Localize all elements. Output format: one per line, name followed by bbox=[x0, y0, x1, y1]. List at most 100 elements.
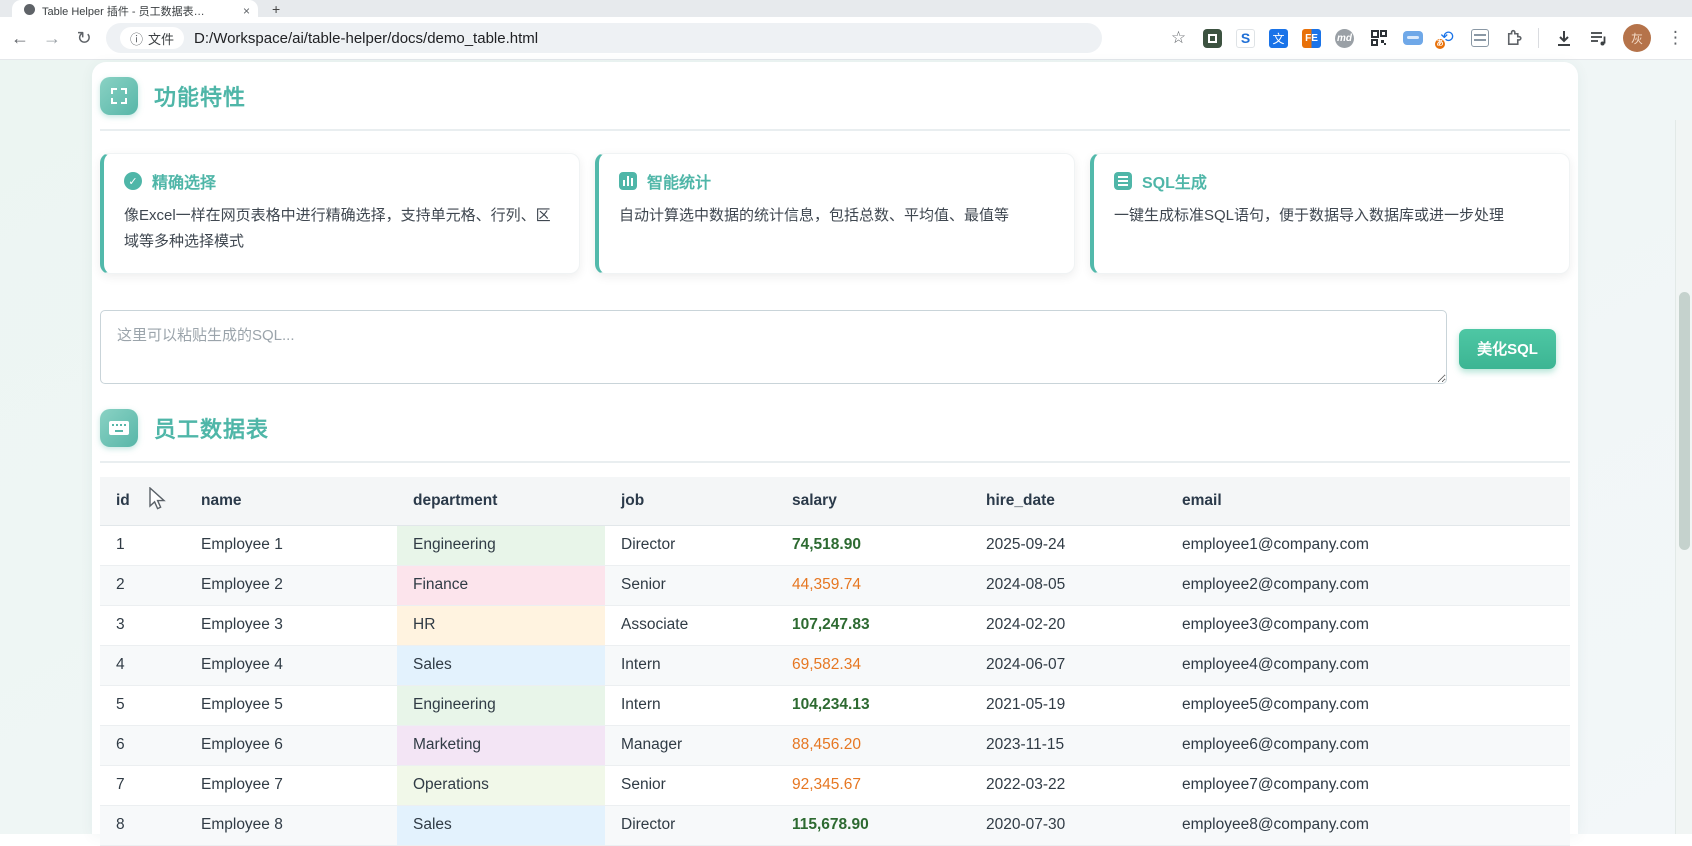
cell-id[interactable]: 7 bbox=[100, 765, 185, 805]
table-row[interactable]: 1Employee 1EngineeringDirector74,518.902… bbox=[100, 525, 1570, 565]
browser-tab[interactable]: Table Helper 插件 - 员工数据表… × bbox=[12, 0, 258, 17]
cell-name[interactable]: Employee 5 bbox=[185, 685, 397, 725]
cell-email[interactable]: employee6@company.com bbox=[1166, 725, 1570, 765]
cell-name[interactable]: Employee 1 bbox=[185, 525, 397, 565]
cell-salary[interactable]: 88,456.20 bbox=[776, 725, 970, 765]
cell-email[interactable]: employee1@company.com bbox=[1166, 525, 1570, 565]
url-text[interactable]: D:/Workspace/ai/table-helper/docs/demo_t… bbox=[194, 30, 538, 47]
column-header-department[interactable]: department bbox=[397, 477, 605, 526]
extension-fe-icon[interactable]: FE bbox=[1302, 29, 1321, 48]
table-row[interactable]: 5Employee 5EngineeringIntern104,234.1320… bbox=[100, 685, 1570, 725]
cell-hire_date[interactable]: 2023-11-15 bbox=[970, 725, 1166, 765]
back-button[interactable]: ← bbox=[4, 28, 36, 49]
table-row[interactable]: 6Employee 6MarketingManager88,456.202023… bbox=[100, 725, 1570, 765]
cell-id[interactable]: 1 bbox=[100, 525, 185, 565]
cell-id[interactable]: 3 bbox=[100, 605, 185, 645]
beautify-sql-button[interactable]: 美化SQL bbox=[1459, 329, 1556, 369]
cell-hire_date[interactable]: 2024-02-20 bbox=[970, 605, 1166, 645]
cell-salary[interactable]: 44,359.74 bbox=[776, 565, 970, 605]
file-scheme-chip[interactable]: ⓘ 文件 bbox=[120, 27, 184, 49]
cell-hire_date[interactable]: 2025-09-24 bbox=[970, 525, 1166, 565]
cell-salary[interactable]: 107,247.83 bbox=[776, 605, 970, 645]
column-header-name[interactable]: name bbox=[185, 477, 397, 526]
playlist-icon[interactable] bbox=[1588, 28, 1609, 49]
sql-input[interactable] bbox=[100, 310, 1447, 384]
cell-department[interactable]: Finance bbox=[397, 565, 605, 605]
tab-close-icon[interactable]: × bbox=[243, 4, 250, 17]
cell-hire_date[interactable]: 2024-06-07 bbox=[970, 645, 1166, 685]
employee-table[interactable]: idnamedepartmentjobsalaryhire_dateemail … bbox=[100, 477, 1570, 846]
cell-job[interactable]: Director bbox=[605, 805, 776, 845]
column-header-id[interactable]: id bbox=[100, 477, 185, 526]
cell-name[interactable]: Employee 6 bbox=[185, 725, 397, 765]
cell-email[interactable]: employee8@company.com bbox=[1166, 805, 1570, 845]
new-tab-button[interactable]: + bbox=[272, 2, 280, 17]
cell-id[interactable]: 8 bbox=[100, 805, 185, 845]
cell-email[interactable]: employee2@company.com bbox=[1166, 565, 1570, 605]
bookmark-star-icon[interactable]: ☆ bbox=[1168, 28, 1189, 49]
column-header-job[interactable]: job bbox=[605, 477, 776, 526]
forward-button[interactable]: → bbox=[36, 28, 68, 49]
table-row[interactable]: 2Employee 2FinanceSenior44,359.742024-08… bbox=[100, 565, 1570, 605]
cell-email[interactable]: employee5@company.com bbox=[1166, 685, 1570, 725]
cell-name[interactable]: Employee 3 bbox=[185, 605, 397, 645]
cell-id[interactable]: 5 bbox=[100, 685, 185, 725]
extension-sync-translate-icon[interactable]: ⟲あ bbox=[1437, 28, 1457, 48]
cell-name[interactable]: Employee 2 bbox=[185, 565, 397, 605]
cell-id[interactable]: 2 bbox=[100, 565, 185, 605]
cell-job[interactable]: Associate bbox=[605, 605, 776, 645]
column-header-hire_date[interactable]: hire_date bbox=[970, 477, 1166, 526]
page-scrollbar[interactable] bbox=[1675, 120, 1692, 834]
cell-hire_date[interactable]: 2020-07-30 bbox=[970, 805, 1166, 845]
cell-salary[interactable]: 69,582.34 bbox=[776, 645, 970, 685]
extension-green-box-icon[interactable] bbox=[1203, 29, 1222, 48]
cell-department[interactable]: HR bbox=[397, 605, 605, 645]
table-row[interactable]: 7Employee 7OperationsSenior92,345.672022… bbox=[100, 765, 1570, 805]
menu-kebab-icon[interactable]: ⋮ bbox=[1665, 28, 1686, 49]
cell-id[interactable]: 4 bbox=[100, 645, 185, 685]
downloads-icon[interactable] bbox=[1553, 28, 1574, 49]
cell-department[interactable]: Engineering bbox=[397, 685, 605, 725]
address-bar[interactable]: ⓘ 文件 D:/Workspace/ai/table-helper/docs/d… bbox=[106, 23, 1102, 53]
extensions-puzzle-icon[interactable] bbox=[1503, 28, 1524, 49]
cell-department[interactable]: Sales bbox=[397, 645, 605, 685]
cell-name[interactable]: Employee 4 bbox=[185, 645, 397, 685]
cell-job[interactable]: Senior bbox=[605, 565, 776, 605]
cell-department[interactable]: Operations bbox=[397, 765, 605, 805]
extension-scan-icon[interactable] bbox=[1368, 28, 1389, 49]
table-row[interactable]: 4Employee 4SalesIntern69,582.342024-06-0… bbox=[100, 645, 1570, 685]
cell-job[interactable]: Senior bbox=[605, 765, 776, 805]
cell-salary[interactable]: 104,234.13 bbox=[776, 685, 970, 725]
extension-translate-icon[interactable]: 文 bbox=[1269, 29, 1288, 48]
cell-job[interactable]: Director bbox=[605, 525, 776, 565]
cell-job[interactable]: Intern bbox=[605, 685, 776, 725]
column-header-email[interactable]: email bbox=[1166, 477, 1570, 526]
column-header-salary[interactable]: salary bbox=[776, 477, 970, 526]
cell-department[interactable]: Engineering bbox=[397, 525, 605, 565]
cell-name[interactable]: Employee 7 bbox=[185, 765, 397, 805]
cell-job[interactable]: Intern bbox=[605, 645, 776, 685]
cell-email[interactable]: employee4@company.com bbox=[1166, 645, 1570, 685]
extension-s-icon[interactable]: S bbox=[1236, 29, 1255, 48]
table-row[interactable]: 8Employee 8SalesDirector115,678.902020-0… bbox=[100, 805, 1570, 845]
cell-hire_date[interactable]: 2022-03-22 bbox=[970, 765, 1166, 805]
cell-name[interactable]: Employee 8 bbox=[185, 805, 397, 845]
cell-salary[interactable]: 115,678.90 bbox=[776, 805, 970, 845]
scrollbar-thumb[interactable] bbox=[1679, 292, 1690, 550]
extension-card-icon[interactable] bbox=[1403, 31, 1423, 45]
profile-avatar[interactable]: 灰 bbox=[1623, 24, 1651, 52]
table-row[interactable]: 3Employee 3HRAssociate107,247.832024-02-… bbox=[100, 605, 1570, 645]
cell-department[interactable]: Marketing bbox=[397, 725, 605, 765]
cell-id[interactable]: 6 bbox=[100, 725, 185, 765]
cell-department[interactable]: Sales bbox=[397, 805, 605, 845]
cell-email[interactable]: employee3@company.com bbox=[1166, 605, 1570, 645]
cell-hire_date[interactable]: 2024-08-05 bbox=[970, 565, 1166, 605]
cell-salary[interactable]: 92,345.67 bbox=[776, 765, 970, 805]
cell-salary[interactable]: 74,518.90 bbox=[776, 525, 970, 565]
extension-markdown-icon[interactable]: md bbox=[1335, 29, 1354, 48]
cell-job[interactable]: Manager bbox=[605, 725, 776, 765]
cell-email[interactable]: employee7@company.com bbox=[1166, 765, 1570, 805]
reload-button[interactable]: ↻ bbox=[68, 28, 100, 49]
cell-hire_date[interactable]: 2021-05-19 bbox=[970, 685, 1166, 725]
extension-table-icon[interactable] bbox=[1471, 29, 1489, 47]
